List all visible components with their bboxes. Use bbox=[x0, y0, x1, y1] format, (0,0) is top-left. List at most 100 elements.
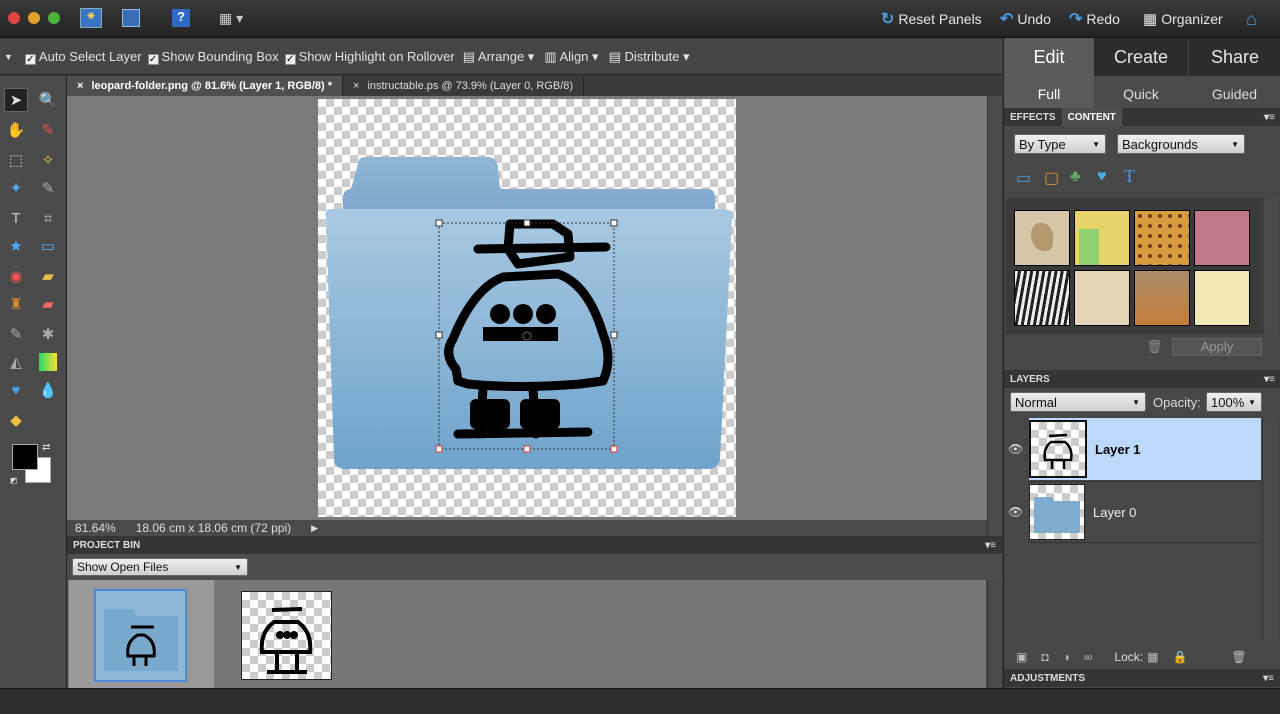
tab-create[interactable]: Create bbox=[1094, 38, 1188, 76]
eyedropper-tool-icon[interactable]: ✎ bbox=[36, 118, 60, 142]
workspace-layout-icon[interactable]: ▦ ▾ bbox=[219, 10, 251, 26]
custom-shape-icon[interactable]: ♥ bbox=[4, 378, 28, 402]
backgrounds-filter-icon[interactable]: ▭ bbox=[1016, 168, 1031, 188]
by-type-dropdown[interactable]: By Type ▼ bbox=[1014, 134, 1106, 154]
tab-edit[interactable]: Edit bbox=[1004, 38, 1094, 76]
content-pink-texture[interactable] bbox=[1194, 210, 1250, 266]
type-tool-icon[interactable]: T bbox=[4, 206, 28, 230]
tab-effects[interactable]: EFFECTS bbox=[1004, 112, 1062, 123]
zoom-level[interactable]: 81.64% bbox=[75, 521, 116, 535]
apply-button[interactable]: Apply bbox=[1172, 338, 1262, 356]
show-open-files-dropdown[interactable]: Show Open Files ▼ bbox=[72, 558, 248, 576]
brush-tool-icon[interactable]: ✎ bbox=[4, 322, 28, 346]
close-tab-icon[interactable]: × bbox=[77, 80, 83, 92]
red-eye-tool-icon[interactable]: ◉ bbox=[4, 264, 28, 288]
bounding-box-checkbox[interactable]: ✓ Show Bounding Box bbox=[147, 49, 279, 65]
new-file-icon[interactable]: ✷ bbox=[80, 8, 102, 28]
crop-tool-icon[interactable]: ⌗ bbox=[36, 206, 60, 230]
content-zebra-print[interactable] bbox=[1014, 270, 1070, 326]
link-icon[interactable]: ∞ bbox=[1084, 650, 1093, 664]
arrange-menu[interactable]: ▤ Arrange ▾ bbox=[463, 49, 535, 65]
gradient-tool-icon[interactable] bbox=[39, 353, 57, 371]
clone-stamp-icon[interactable]: ♜ bbox=[4, 292, 28, 316]
zoom-window-button[interactable] bbox=[48, 12, 60, 24]
undo-button[interactable]: ↶ Undo bbox=[1000, 8, 1051, 30]
zoom-tool-icon[interactable]: 🔍 bbox=[36, 88, 60, 112]
trash-icon[interactable]: 🗑 bbox=[1146, 339, 1163, 355]
bin-scrollbar[interactable] bbox=[987, 580, 1002, 688]
layer-mask-icon[interactable]: ◘ bbox=[1041, 650, 1048, 664]
lock-icon[interactable]: 🔒 bbox=[1172, 650, 1187, 664]
blur-tool-icon[interactable]: 💧 bbox=[36, 378, 60, 402]
foreground-color-swatch[interactable] bbox=[12, 444, 38, 470]
close-window-button[interactable] bbox=[8, 12, 20, 24]
content-autumn-scene[interactable] bbox=[1134, 270, 1190, 326]
straighten-tool-icon[interactable]: ▭ bbox=[36, 234, 60, 258]
backgrounds-dropdown[interactable]: Backgrounds ▼ bbox=[1117, 134, 1245, 154]
text-effects-filter-icon[interactable]: T bbox=[1124, 166, 1135, 187]
redo-button[interactable]: ↷ Redo bbox=[1069, 8, 1120, 30]
paint-bucket-icon[interactable]: ◭ bbox=[4, 350, 28, 374]
content-menu-icon[interactable]: ▾≡ bbox=[1264, 112, 1275, 123]
document-canvas[interactable] bbox=[318, 99, 736, 517]
swap-colors-icon[interactable]: ⇄ bbox=[42, 442, 50, 453]
content-world-map[interactable] bbox=[1074, 270, 1130, 326]
tab-leopard-folder[interactable]: × leopard-folder.png @ 81.6% (Layer 1, RG… bbox=[67, 76, 343, 96]
thumbnail-leopard-folder[interactable] bbox=[94, 589, 187, 682]
magic-wand-icon[interactable]: ✦ bbox=[4, 176, 28, 200]
frames-filter-icon[interactable]: ▢ bbox=[1044, 168, 1059, 188]
reset-panels-button[interactable]: ↻ Reset Panels bbox=[881, 8, 982, 30]
eye-icon[interactable]: 👁 bbox=[1008, 442, 1023, 456]
tab-share[interactable]: Share bbox=[1188, 38, 1280, 76]
save-icon[interactable] bbox=[122, 9, 140, 27]
layers-scrollbar[interactable] bbox=[1262, 418, 1277, 640]
default-colors-icon[interactable]: ◩ bbox=[10, 476, 18, 485]
content-leopard-print[interactable] bbox=[1134, 210, 1190, 266]
content-africa-map[interactable] bbox=[1014, 210, 1070, 266]
opacity-field[interactable]: 100% ▼ bbox=[1206, 392, 1262, 412]
blend-mode-dropdown[interactable]: Normal ▼ bbox=[1010, 392, 1146, 412]
lock-transparency-icon[interactable]: ▦ bbox=[1147, 650, 1158, 664]
layer-row-0[interactable]: Layer 0 bbox=[1029, 481, 1261, 543]
status-menu-icon[interactable]: ▶ bbox=[311, 523, 318, 534]
content-kids-background[interactable] bbox=[1074, 210, 1130, 266]
close-tab-icon[interactable]: × bbox=[353, 80, 359, 92]
marquee-tool-icon[interactable]: ⬚ bbox=[4, 148, 28, 172]
adjustment-layer-icon[interactable]: ◑ bbox=[1063, 650, 1070, 664]
healing-brush-icon[interactable]: ▰ bbox=[36, 264, 60, 288]
tab-guided[interactable]: Guided bbox=[1188, 76, 1280, 112]
auto-select-checkbox[interactable]: ✓ Auto Select Layer bbox=[24, 49, 142, 65]
graphics-filter-icon[interactable]: ♣ bbox=[1070, 168, 1081, 186]
cookie-cutter-icon[interactable]: ★ bbox=[4, 234, 28, 258]
tab-quick[interactable]: Quick bbox=[1094, 76, 1188, 112]
eraser-tool-icon[interactable]: ▰ bbox=[36, 292, 60, 316]
new-layer-icon[interactable]: ▣ bbox=[1016, 650, 1027, 664]
tab-full[interactable]: Full bbox=[1004, 76, 1094, 112]
highlight-checkbox[interactable]: ✓ Show Highlight on Rollover bbox=[284, 49, 455, 65]
minimize-window-button[interactable] bbox=[28, 12, 40, 24]
adjustments-menu-icon[interactable]: ▾≡ bbox=[1263, 673, 1274, 684]
home-icon[interactable]: ⌂ bbox=[1246, 8, 1257, 30]
tab-content[interactable]: CONTENT bbox=[1061, 108, 1122, 126]
layer-row-1[interactable]: Layer 1 bbox=[1029, 418, 1261, 480]
distribute-menu[interactable]: ▤ Distribute ▾ bbox=[609, 49, 690, 65]
help-icon[interactable]: ? bbox=[172, 9, 190, 27]
align-menu[interactable]: ▥ Align ▾ bbox=[544, 49, 598, 65]
organizer-button[interactable]: ▦ Organizer bbox=[1143, 8, 1223, 30]
quick-selection-icon[interactable]: ✎ bbox=[36, 176, 60, 200]
bin-menu-icon[interactable]: ▾≡ bbox=[985, 540, 996, 551]
delete-layer-icon[interactable]: 🗑 bbox=[1231, 650, 1246, 664]
options-menu-icon[interactable]: ▼ bbox=[4, 52, 13, 62]
thumbnail-instructable[interactable] bbox=[241, 591, 332, 680]
content-scrollbar[interactable] bbox=[1263, 198, 1278, 334]
smart-brush-icon[interactable]: ✱ bbox=[36, 322, 60, 346]
lasso-tool-icon[interactable]: ✧ bbox=[36, 148, 60, 172]
layers-menu-icon[interactable]: ▾≡ bbox=[1264, 374, 1275, 385]
canvas-area[interactable] bbox=[67, 96, 987, 520]
tab-instructable[interactable]: × instructable.ps @ 73.9% (Layer 0, RGB/8… bbox=[343, 76, 585, 96]
eye-icon[interactable]: 👁 bbox=[1008, 505, 1023, 519]
shapes-filter-icon[interactable]: ♥ bbox=[1097, 168, 1107, 186]
content-cream-paper[interactable] bbox=[1194, 270, 1250, 326]
hand-tool-icon[interactable]: ✋ bbox=[4, 118, 28, 142]
move-tool-icon[interactable]: ➤ bbox=[4, 88, 28, 112]
